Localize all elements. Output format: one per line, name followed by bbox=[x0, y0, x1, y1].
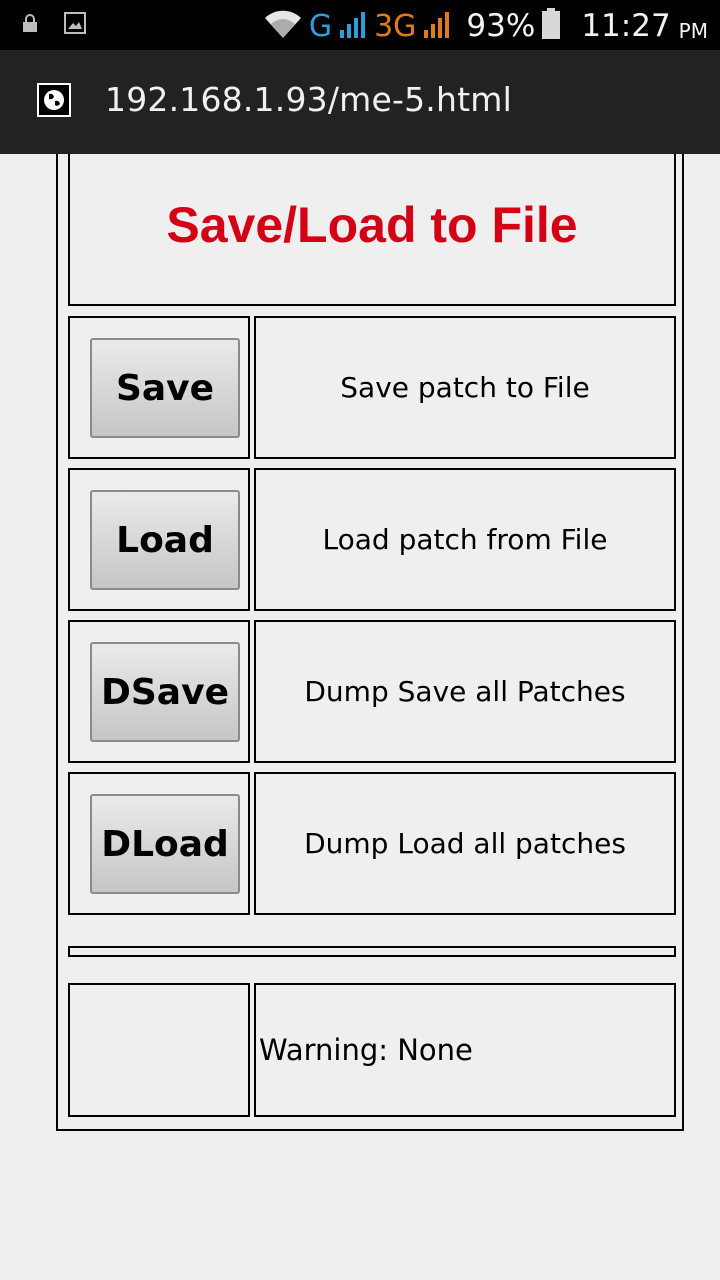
save-button[interactable]: Save bbox=[90, 338, 240, 438]
warning-text: Warning: None bbox=[259, 1033, 473, 1067]
url-text[interactable]: 192.168.1.93/me-5.html bbox=[105, 80, 512, 119]
network-3g-label: 3G bbox=[374, 8, 417, 44]
lock-icon bbox=[22, 13, 38, 37]
save-description-cell: Save patch to File bbox=[254, 316, 676, 459]
image-notification-icon bbox=[64, 12, 86, 38]
globe-icon bbox=[37, 83, 71, 117]
dsave-button-cell: DSave bbox=[68, 620, 250, 763]
dload-button[interactable]: DLoad bbox=[90, 794, 240, 894]
wifi-icon bbox=[263, 8, 303, 44]
battery-percent: 93% bbox=[466, 8, 536, 44]
browser-url-bar[interactable]: 192.168.1.93/me-5.html bbox=[0, 50, 720, 154]
status-bar: G 3G 93% 11:27 PM bbox=[0, 0, 720, 50]
page-container: Save/Load to File Save Save patch to Fil… bbox=[56, 154, 684, 1131]
dsave-description-cell: Dump Save all Patches bbox=[254, 620, 676, 763]
dsave-description: Dump Save all Patches bbox=[304, 675, 626, 708]
status-bar-left bbox=[22, 12, 86, 38]
signal-blue-icon bbox=[338, 10, 368, 42]
battery-icon bbox=[541, 8, 561, 44]
save-button-cell: Save bbox=[68, 316, 250, 459]
page-title: Save/Load to File bbox=[166, 197, 578, 253]
load-description: Load patch from File bbox=[322, 523, 608, 556]
warning-empty-cell bbox=[68, 983, 250, 1117]
network-g-label: G bbox=[308, 8, 333, 44]
status-bar-right: G 3G 93% 11:27 PM bbox=[263, 4, 708, 48]
dload-description-cell: Dump Load all patches bbox=[254, 772, 676, 915]
clock-ampm: PM bbox=[678, 19, 708, 43]
load-button-cell: Load bbox=[68, 468, 250, 611]
load-button[interactable]: Load bbox=[90, 490, 240, 590]
save-description: Save patch to File bbox=[340, 371, 590, 404]
warning-cell: Warning: None bbox=[254, 983, 676, 1117]
clock-time: 11:27 bbox=[581, 8, 671, 44]
dsave-button[interactable]: DSave bbox=[90, 642, 240, 742]
load-description-cell: Load patch from File bbox=[254, 468, 676, 611]
separator-cell bbox=[68, 946, 676, 957]
signal-orange-icon bbox=[422, 10, 452, 42]
title-cell: Save/Load to File bbox=[68, 154, 676, 306]
dload-description: Dump Load all patches bbox=[304, 827, 626, 860]
dload-button-cell: DLoad bbox=[68, 772, 250, 915]
